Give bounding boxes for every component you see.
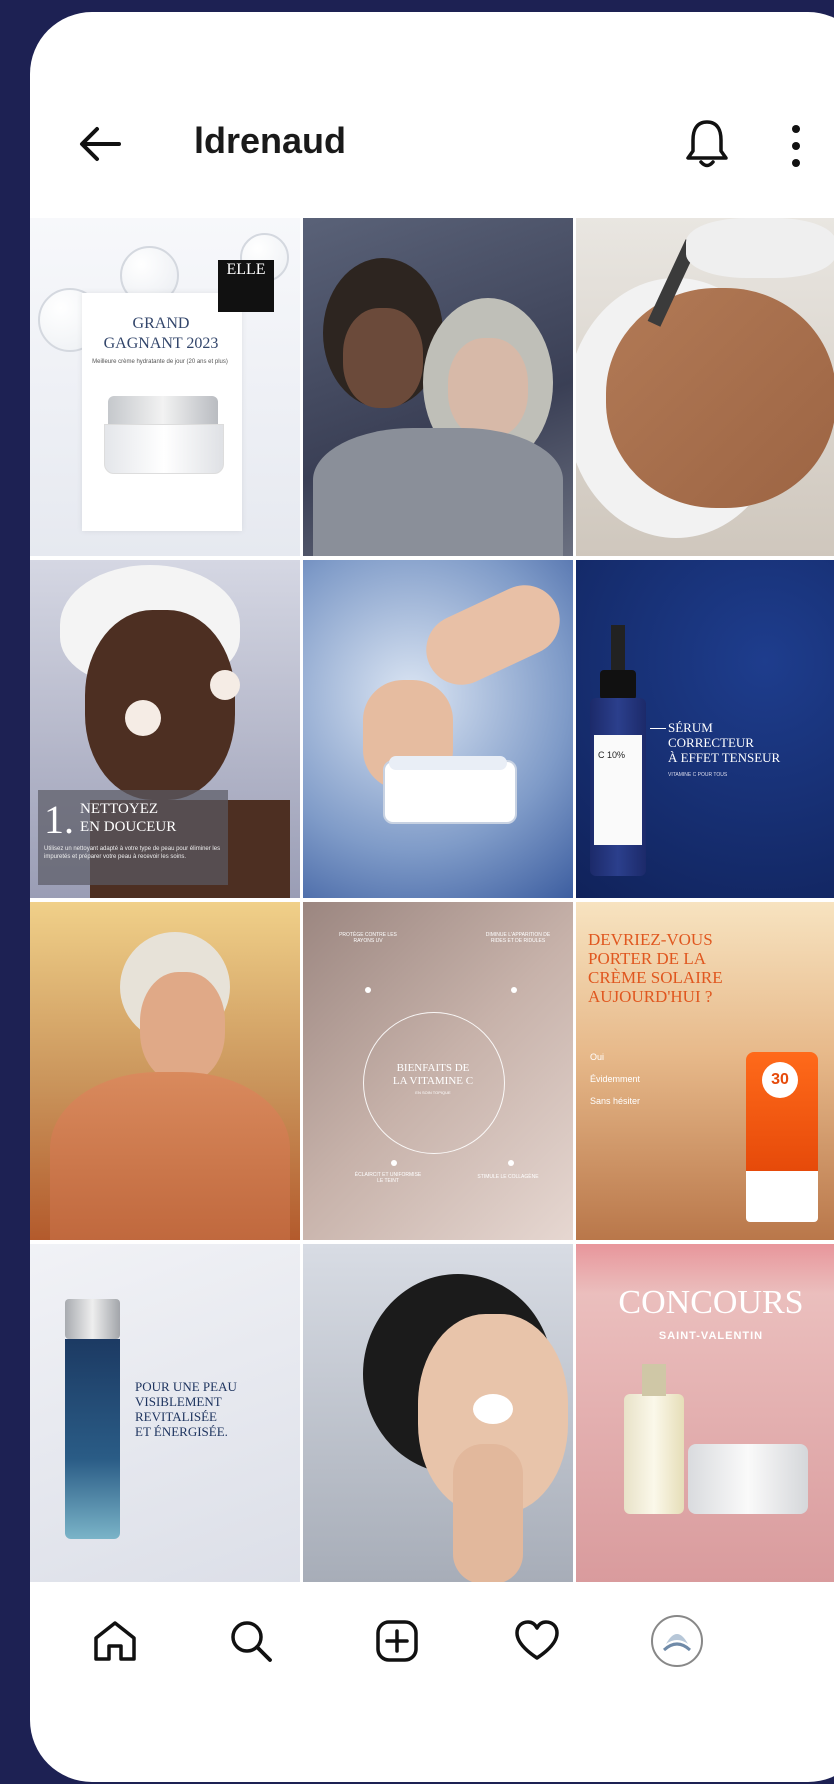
post-tile[interactable]: BIENFAITS DE LA VITAMINE C EN SOIN TOPIQ… xyxy=(303,902,573,1240)
benefit-point: ÉCLAIRCIT ET UNIFORMISE LE TEINT xyxy=(354,1172,422,1184)
poll-option: Oui xyxy=(590,1052,605,1062)
post-caption: Meilleure crème hydratante de jour (20 a… xyxy=(92,359,228,365)
vitamin-title: BIENFAITS DE LA VITAMINE C xyxy=(392,1062,474,1087)
post-title: CONCOURS xyxy=(618,1284,804,1321)
post-tile[interactable] xyxy=(303,1244,573,1582)
benefit-point: PROTÈGE CONTRE LES RAYONS UV xyxy=(339,932,397,944)
bottom-navigation xyxy=(30,1602,834,1692)
plus-square-icon[interactable] xyxy=(372,1616,422,1666)
post-tile[interactable]: C 10% SÉRUM CORRECTEUR À EFFET TENSEUR V… xyxy=(576,560,834,898)
poll-option: Évidemment xyxy=(590,1074,641,1084)
bottle-label: C 10% xyxy=(598,750,626,760)
benefit-point: STIMULE LE COLLAGÈNE xyxy=(477,1174,539,1180)
heart-icon[interactable] xyxy=(512,1616,562,1666)
post-tile[interactable] xyxy=(576,218,834,556)
post-subtitle: VITAMINE C POUR TOUS xyxy=(668,772,728,778)
post-title: DEVRIEZ-VOUS PORTER DE LA CRÈME SOLAIRE … xyxy=(588,930,723,1006)
home-icon[interactable] xyxy=(90,1616,140,1666)
poll-option: Sans hésiter xyxy=(590,1096,641,1106)
vitamin-subtitle: EN SOIN TOPIQUE xyxy=(415,1090,451,1095)
post-title: GRAND GAGNANT 2023 xyxy=(103,315,219,352)
more-vertical-icon[interactable] xyxy=(784,121,808,171)
post-title: POUR UNE PEAU VISIBLEMENT REVITALISÉE ET… xyxy=(135,1379,237,1439)
post-tile[interactable] xyxy=(30,902,300,1240)
phone-frame: ldrenaud ELLE GRAND GAGNANT 2023 Meilleu… xyxy=(30,12,834,1782)
post-tile[interactable]: DEVRIEZ-VOUS PORTER DE LA CRÈME SOLAIRE … xyxy=(576,902,834,1240)
spf-badge: 30 xyxy=(762,1062,798,1098)
bell-icon[interactable] xyxy=(682,117,732,171)
post-caption: Utilisez un nettoyant adapté à votre typ… xyxy=(44,846,221,860)
profile-header: ldrenaud xyxy=(30,12,834,217)
profile-avatar-icon[interactable] xyxy=(650,1614,704,1668)
post-subtitle: SAINT-VALENTIN xyxy=(658,1330,764,1342)
benefit-point: DIMINUE L'APPARITION DE RIDES ET DE RIDU… xyxy=(485,932,551,944)
post-step-number: 1. xyxy=(44,797,74,842)
search-icon[interactable] xyxy=(226,1616,276,1666)
post-tile[interactable] xyxy=(303,560,573,898)
post-title: SÉRUM CORRECTEUR À EFFET TENSEUR xyxy=(668,720,781,765)
post-tile[interactable]: 1. NETTOYEZ EN DOUCEUR Utilisez un netto… xyxy=(30,560,300,898)
post-tile[interactable]: ELLE GRAND GAGNANT 2023 Meilleure crème … xyxy=(30,218,300,556)
post-tile[interactable]: POUR UNE PEAU VISIBLEMENT REVITALISÉE ET… xyxy=(30,1244,300,1582)
profile-username: ldrenaud xyxy=(194,120,347,161)
post-title: NETTOYEZ EN DOUCEUR xyxy=(80,801,177,835)
elle-badge: ELLE xyxy=(218,260,274,312)
post-tile[interactable]: CONCOURS SAINT-VALENTIN xyxy=(576,1244,834,1582)
post-tile[interactable] xyxy=(303,218,573,556)
arrow-left-icon[interactable] xyxy=(75,119,125,169)
